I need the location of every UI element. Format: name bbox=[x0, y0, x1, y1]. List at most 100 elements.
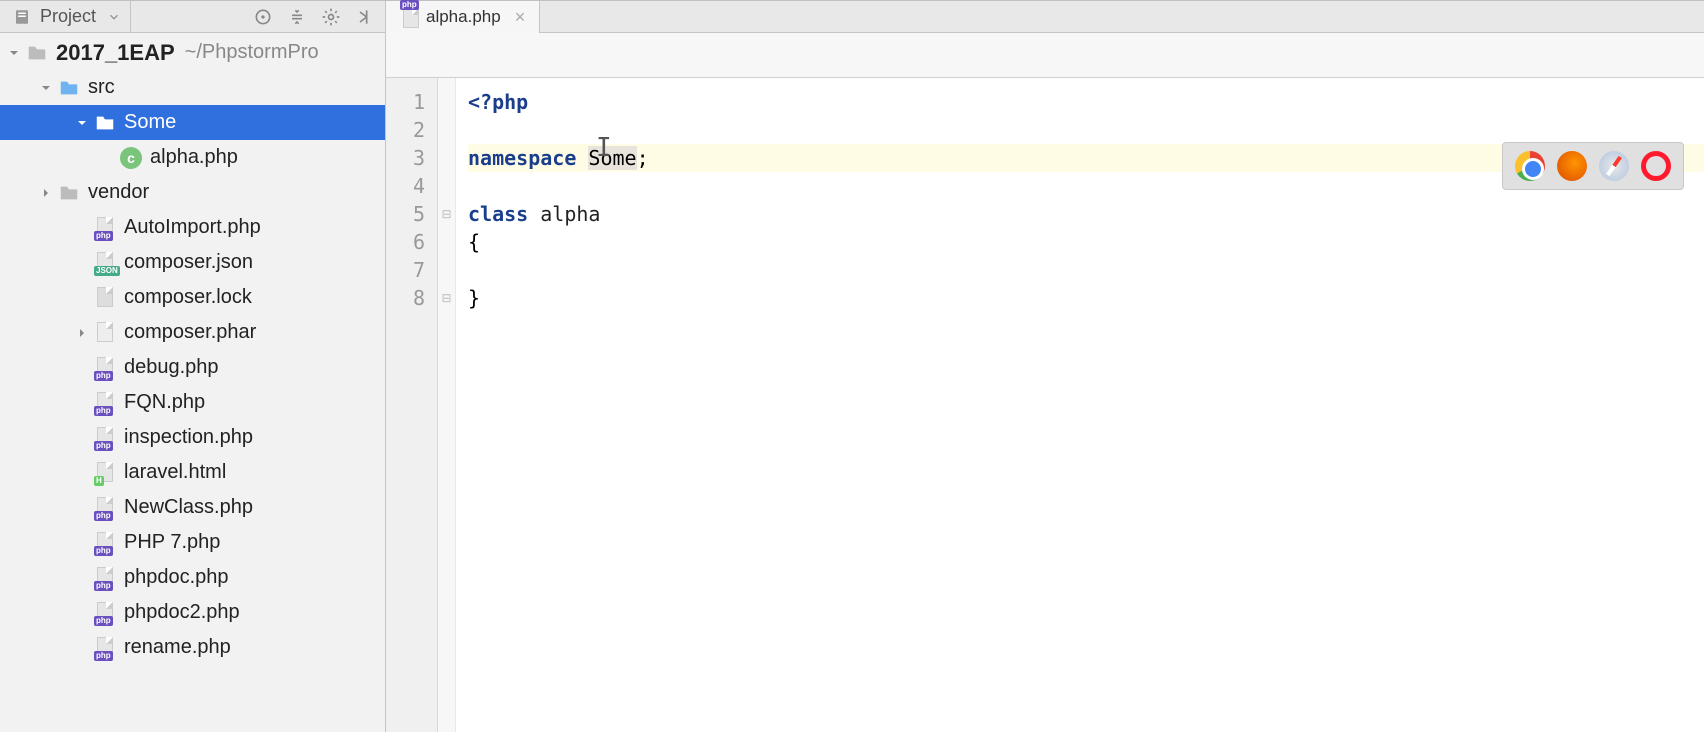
php-file-icon: php bbox=[94, 602, 116, 624]
code-token: } bbox=[468, 286, 480, 310]
html-file-icon: H bbox=[94, 462, 116, 484]
tree-file[interactable]: php debug.php bbox=[0, 350, 385, 385]
fold-column: ⊟ ⊟ bbox=[438, 78, 456, 732]
project-icon bbox=[12, 7, 32, 27]
chrome-icon[interactable] bbox=[1515, 151, 1545, 181]
text-cursor-icon: 𝙸 bbox=[596, 134, 612, 162]
tree-item-label: debug.php bbox=[124, 356, 219, 379]
tree-item-label: composer.phar bbox=[124, 321, 256, 344]
breadcrumb-bar bbox=[386, 33, 1704, 78]
php-file-icon: php bbox=[94, 392, 116, 414]
code-token: namespace bbox=[468, 146, 576, 170]
tree-file-alpha[interactable]: c alpha.php bbox=[0, 140, 385, 175]
code-token: alpha bbox=[540, 202, 600, 226]
tree-file[interactable]: php FQN.php bbox=[0, 385, 385, 420]
tree-file[interactable]: php PHP 7.php bbox=[0, 525, 385, 560]
line-number: 2 bbox=[386, 116, 425, 144]
expand-arrow-icon[interactable] bbox=[6, 45, 22, 61]
tab-label: alpha.php bbox=[426, 7, 501, 27]
class-file-icon: c bbox=[120, 147, 142, 169]
browser-preview-bar bbox=[1502, 142, 1684, 190]
archive-file-icon bbox=[94, 322, 116, 344]
php-file-icon: php bbox=[94, 637, 116, 659]
fold-start-icon[interactable]: ⊟ bbox=[438, 200, 455, 228]
php-file-icon: php bbox=[94, 427, 116, 449]
tree-folder-vendor[interactable]: vendor bbox=[0, 175, 385, 210]
collapse-all-icon[interactable] bbox=[287, 7, 307, 27]
expand-arrow-icon[interactable] bbox=[38, 185, 54, 201]
tree-folder-src[interactable]: src bbox=[0, 70, 385, 105]
tree-item-label: composer.lock bbox=[124, 286, 252, 309]
line-number: 6 bbox=[386, 228, 425, 256]
lock-file-icon bbox=[94, 287, 116, 309]
tree-item-label: composer.json bbox=[124, 251, 253, 274]
tree-item-label: FQN.php bbox=[124, 391, 205, 414]
chevron-down-icon bbox=[104, 7, 124, 27]
php-file-icon: php bbox=[94, 497, 116, 519]
tree-item-label: phpdoc.php bbox=[124, 566, 229, 589]
hide-icon[interactable] bbox=[355, 7, 375, 27]
line-number: 7 bbox=[386, 256, 425, 284]
tree-file[interactable]: php rename.php bbox=[0, 630, 385, 665]
folder-icon bbox=[58, 182, 80, 204]
expand-arrow-icon[interactable] bbox=[38, 80, 54, 96]
editor-tabs: php alpha.php × bbox=[386, 1, 1704, 33]
tree-item-label: laravel.html bbox=[124, 461, 226, 484]
tree-item-label: Some bbox=[124, 111, 176, 134]
php-file-icon: php bbox=[94, 532, 116, 554]
tree-root[interactable]: 2017_1EAP ~/PhpstormPro bbox=[0, 35, 385, 70]
code-token: class bbox=[468, 202, 528, 226]
line-number: 3 bbox=[386, 144, 425, 172]
root-name: 2017_1EAP bbox=[56, 40, 175, 66]
tree-item-label: alpha.php bbox=[150, 146, 238, 169]
expand-arrow-icon[interactable] bbox=[74, 115, 90, 131]
gear-icon[interactable] bbox=[321, 7, 341, 27]
tree-item-label: phpdoc2.php bbox=[124, 601, 240, 624]
tree-item-label: AutoImport.php bbox=[124, 216, 261, 239]
tree-file[interactable]: php AutoImport.php bbox=[0, 210, 385, 245]
tree-item-label: rename.php bbox=[124, 636, 231, 659]
fold-end-icon[interactable]: ⊟ bbox=[438, 284, 455, 312]
tree-file[interactable]: php NewClass.php bbox=[0, 490, 385, 525]
folder-icon bbox=[26, 42, 48, 64]
close-tab-icon[interactable]: × bbox=[515, 7, 526, 28]
tree-file[interactable]: phpinspection.php bbox=[0, 420, 385, 455]
line-number: 8 bbox=[386, 284, 425, 312]
tree-folder-some[interactable]: Some bbox=[0, 105, 385, 140]
tree-file[interactable]: Hlaravel.html bbox=[0, 455, 385, 490]
line-number-gutter: 1 2 3 4 5 6 7 8 bbox=[386, 78, 438, 732]
code-editor[interactable]: 1 2 3 4 5 6 7 8 ⊟ ⊟ <?php namespace Some… bbox=[386, 78, 1704, 732]
json-file-icon: JSON bbox=[94, 252, 116, 274]
tree-item-label: vendor bbox=[88, 181, 149, 204]
line-number: 4 bbox=[386, 172, 425, 200]
tree-file[interactable]: php phpdoc2.php bbox=[0, 595, 385, 630]
line-number: 1 bbox=[386, 88, 425, 116]
line-number: 5 bbox=[386, 200, 425, 228]
tree-file[interactable]: composer.lock bbox=[0, 280, 385, 315]
tree-item-label: PHP 7.php bbox=[124, 531, 220, 554]
editor-area: php alpha.php × 1 2 3 4 5 6 7 8 ⊟ ⊟ bbox=[386, 1, 1704, 732]
tree-file[interactable]: php phpdoc.php bbox=[0, 560, 385, 595]
php-file-icon: php bbox=[94, 217, 116, 239]
tab-alpha-php[interactable]: php alpha.php × bbox=[386, 1, 540, 33]
tree-item-label: NewClass.php bbox=[124, 496, 253, 519]
tree-file[interactable]: composer.phar bbox=[0, 315, 385, 350]
tree-file[interactable]: JSON composer.json bbox=[0, 245, 385, 280]
php-file-icon: php bbox=[94, 567, 116, 589]
project-view-selector[interactable]: Project bbox=[6, 1, 131, 33]
expand-arrow-icon[interactable] bbox=[74, 325, 90, 341]
project-label: Project bbox=[40, 6, 96, 27]
code-token: { bbox=[468, 230, 480, 254]
project-tool-header: Project bbox=[0, 1, 385, 33]
php-file-icon: php bbox=[94, 357, 116, 379]
project-sidebar: Project 2017_1EAP ~/PhpstormPro bbox=[0, 1, 386, 732]
root-path: ~/PhpstormPro bbox=[185, 41, 319, 64]
locate-icon[interactable] bbox=[253, 7, 273, 27]
safari-icon[interactable] bbox=[1599, 151, 1629, 181]
project-tree[interactable]: 2017_1EAP ~/PhpstormPro src Some c alpha… bbox=[0, 33, 385, 732]
opera-icon[interactable] bbox=[1641, 151, 1671, 181]
tree-item-label: src bbox=[88, 76, 115, 99]
php-file-icon: php bbox=[400, 8, 418, 26]
code-token: ; bbox=[637, 146, 649, 170]
firefox-icon[interactable] bbox=[1557, 151, 1587, 181]
